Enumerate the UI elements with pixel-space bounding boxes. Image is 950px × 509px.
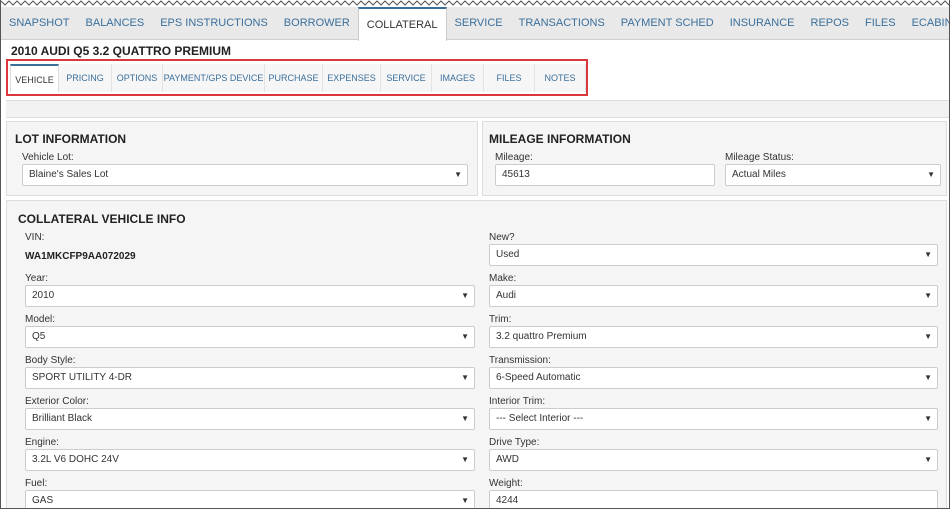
fuel-select[interactable]: GAS ▼ [25,490,475,508]
main-tab-bar: SNAPSHOT BALANCES EPS INSTRUCTIONS BORRO… [1,7,949,41]
drive-type-select[interactable]: AWD ▼ [489,449,938,471]
exterior-color-label: Exterior Color: [25,396,89,407]
mileage-information-heading: MILEAGE INFORMATION [489,132,631,146]
year-select[interactable]: 2010 ▼ [25,285,475,307]
subtab-notes[interactable]: NOTES [535,64,586,92]
caret-down-icon: ▼ [924,373,932,382]
caret-down-icon: ▼ [461,332,469,341]
mileage-information-panel: MILEAGE INFORMATION Mileage: 45613 Milea… [482,121,947,196]
mileage-input[interactable]: 45613 [495,164,715,186]
lot-information-heading: LOT INFORMATION [15,132,127,146]
model-label: Model: [25,314,56,325]
body-style-label: Body Style: [25,355,76,366]
weight-input[interactable]: 4244 [489,490,938,508]
caret-down-icon: ▼ [924,250,932,259]
subtab-vehicle[interactable]: VEHICLE [10,64,59,92]
drive-type-label: Drive Type: [489,437,540,448]
tab-snapshot[interactable]: SNAPSHOT [1,7,78,40]
subtab-options[interactable]: OPTIONS [112,64,163,92]
mileage-status-select[interactable]: Actual Miles ▼ [725,164,941,186]
new-select[interactable]: Used ▼ [489,244,938,266]
make-label: Make: [489,273,517,284]
tab-balances[interactable]: BALANCES [78,7,153,40]
caret-down-icon: ▼ [924,332,932,341]
vin-value: WA1MKCFP9AA072029 [25,251,136,262]
tab-collateral[interactable]: COLLATERAL [357,7,447,41]
trim-select[interactable]: 3.2 quattro Premium ▼ [489,326,938,348]
tab-eps-instructions[interactable]: EPS INSTRUCTIONS [152,7,276,40]
transmission-label: Transmission: [489,355,551,366]
exterior-color-select[interactable]: Brilliant Black ▼ [25,408,475,430]
interior-trim-label: Interior Trim: [489,396,546,407]
trim-value: 3.2 quattro Premium [496,331,587,342]
tab-service[interactable]: SERVICE [447,7,511,40]
caret-down-icon: ▼ [461,373,469,382]
year-label: Year: [25,273,48,284]
tab-borrower[interactable]: BORROWER [276,7,358,40]
subtab-payment-gps-device[interactable]: PAYMENT/GPS DEVICE [163,64,265,92]
vehicle-lot-value: Blaine's Sales Lot [29,169,109,180]
caret-down-icon: ▼ [924,414,932,423]
vehicle-title: 2010 AUDI Q5 3.2 QUATTRO PREMIUM [11,44,232,58]
mileage-label: Mileage: [495,152,533,163]
engine-value: 3.2L V6 DOHC 24V [32,454,119,465]
caret-down-icon: ▼ [924,455,932,464]
engine-label: Engine: [25,437,59,448]
vehicle-lot-label: Vehicle Lot: [22,152,74,163]
body-style-select[interactable]: SPORT UTILITY 4-DR ▼ [25,367,475,389]
exterior-color-value: Brilliant Black [32,413,93,424]
body-style-value: SPORT UTILITY 4-DR [32,372,133,383]
tab-transactions[interactable]: TRANSACTIONS [511,7,613,40]
new-label: New? [489,232,515,243]
fuel-value: GAS [32,495,54,506]
make-select[interactable]: Audi ▼ [489,285,938,307]
subtab-expenses[interactable]: EXPENSES [323,64,381,92]
tab-payment-sched[interactable]: PAYMENT SCHED [613,7,722,40]
year-value: 2010 [32,290,55,301]
vehicle-info-heading: COLLATERAL VEHICLE INFO [18,212,186,226]
vehicle-lot-select[interactable]: Blaine's Sales Lot ▼ [22,164,468,186]
subtab-purchase[interactable]: PURCHASE [265,64,323,92]
mileage-status-value: Actual Miles [732,169,786,180]
transmission-value: 6-Speed Automatic [496,372,581,383]
drive-type-value: AWD [496,454,519,465]
caret-down-icon: ▼ [461,414,469,423]
interior-trim-select[interactable]: --- Select Interior --- ▼ [489,408,938,430]
tab-files[interactable]: FILES [857,7,904,40]
new-value: Used [496,249,520,260]
subtab-images[interactable]: IMAGES [432,64,484,92]
weight-label: Weight: [489,478,523,489]
caret-down-icon: ▼ [461,496,469,505]
subtab-pricing[interactable]: PRICING [59,64,112,92]
transmission-select[interactable]: 6-Speed Automatic ▼ [489,367,938,389]
tab-repos[interactable]: REPOS [803,7,858,40]
content-divider-bar [6,100,949,118]
model-value: Q5 [32,331,46,342]
collateral-vehicle-info-panel: COLLATERAL VEHICLE INFO VIN: WA1MKCFP9AA… [6,200,947,508]
caret-down-icon: ▼ [461,291,469,300]
make-value: Audi [496,290,517,301]
model-select[interactable]: Q5 ▼ [25,326,475,348]
app-frame: SNAPSHOT BALANCES EPS INSTRUCTIONS BORRO… [0,0,950,509]
caret-down-icon: ▼ [924,291,932,300]
caret-down-icon: ▼ [454,170,462,179]
fuel-label: Fuel: [25,478,48,489]
lot-information-panel: LOT INFORMATION Vehicle Lot: Blaine's Sa… [6,121,478,196]
collateral-sub-tab-bar: VEHICLE PRICING OPTIONS PAYMENT/GPS DEVI… [10,64,586,92]
torn-edge [1,0,949,6]
engine-select[interactable]: 3.2L V6 DOHC 24V ▼ [25,449,475,471]
mileage-status-label: Mileage Status: [725,152,794,163]
tab-ecabinet[interactable]: ECABINET [904,7,949,40]
subtab-files[interactable]: FILES [484,64,535,92]
caret-down-icon: ▼ [461,455,469,464]
tab-insurance[interactable]: INSURANCE [722,7,803,40]
vin-label: VIN: [25,232,45,243]
interior-trim-value: --- Select Interior --- [496,413,584,424]
trim-label: Trim: [489,314,512,325]
subtab-service[interactable]: SERVICE [381,64,432,92]
caret-down-icon: ▼ [927,170,935,179]
